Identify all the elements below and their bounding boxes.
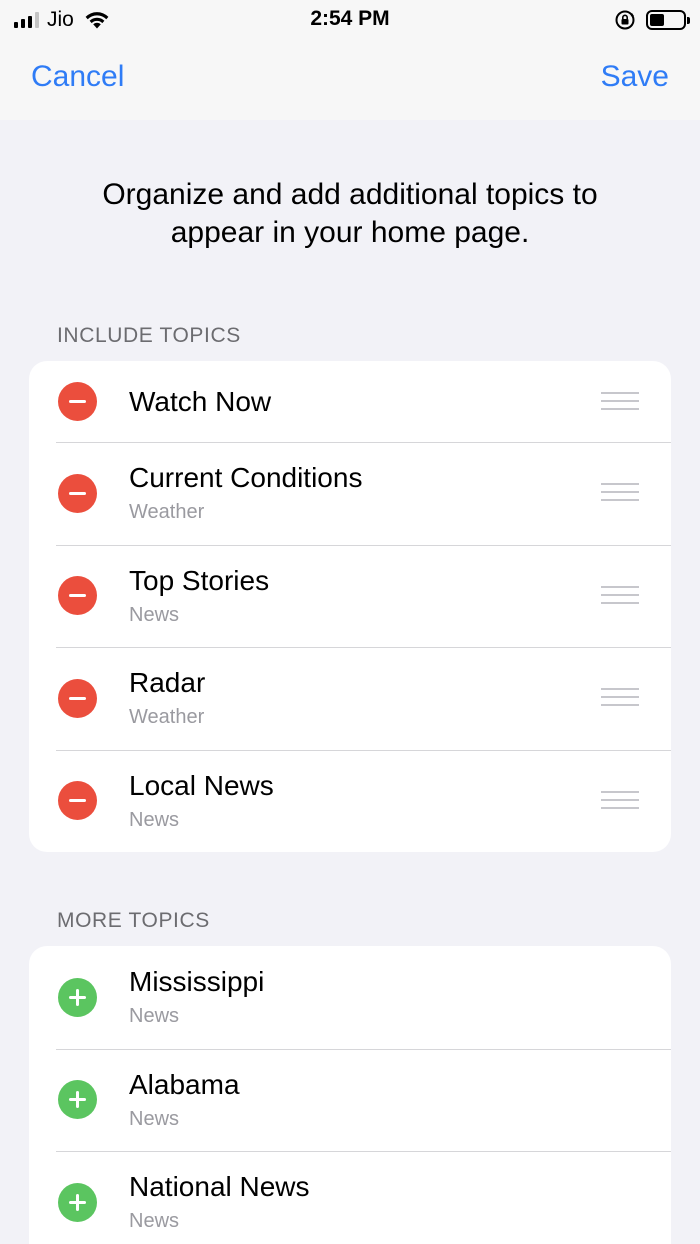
reorder-handle-icon[interactable] (601, 790, 639, 811)
topic-source: News (129, 1107, 180, 1130)
reorder-handle-icon[interactable] (601, 688, 639, 708)
remove-topic-button[interactable] (58, 473, 97, 513)
topic-row-mississippi: Mississippi News (29, 946, 671, 1049)
battery-level-fill (650, 14, 664, 26)
topic-title: Local News (129, 769, 274, 801)
topic-source: News (129, 603, 180, 626)
minus-icon (69, 594, 86, 598)
topic-row-national-news: National News News (29, 1151, 671, 1244)
reorder-handle-icon[interactable] (601, 585, 639, 606)
topic-row-radar: Radar Weather (29, 647, 671, 750)
minus-icon (69, 696, 86, 700)
minus-icon (69, 799, 86, 803)
topic-text: Radar Weather (129, 666, 205, 730)
orientation-lock-icon (615, 10, 635, 30)
topic-source: News (129, 1005, 180, 1028)
add-topic-button[interactable] (58, 1182, 97, 1222)
minus-icon (69, 400, 86, 403)
topic-title: Mississippi (129, 966, 265, 998)
remove-topic-button[interactable] (58, 382, 97, 421)
reorder-handle-icon[interactable] (601, 391, 639, 412)
edit-topics-screen: Jio 2:54 PM Cancel Save Organize and add… (0, 0, 700, 1244)
topic-title: Alabama (129, 1068, 240, 1100)
topic-source: News (129, 808, 180, 831)
topic-text: Local News News (129, 769, 274, 833)
remove-topic-button[interactable] (58, 781, 97, 821)
more-topics-list: Mississippi News Alabama News National N… (29, 946, 671, 1244)
topic-text: Mississippi News (129, 965, 264, 1029)
topic-row-watch-now: Watch Now (29, 361, 671, 442)
topic-row-alabama: Alabama News (29, 1048, 671, 1152)
topic-source: Weather (129, 501, 205, 524)
topic-title: Current Conditions (129, 462, 363, 494)
topic-source: Weather (129, 706, 205, 729)
add-topic-button[interactable] (58, 977, 97, 1017)
topic-row-current-conditions: Current Conditions Weather (29, 442, 671, 545)
remove-topic-button[interactable] (58, 678, 97, 718)
topic-title: Watch Now (129, 385, 272, 417)
topic-text: Watch Now (129, 385, 271, 419)
remove-topic-button[interactable] (58, 576, 97, 616)
add-topic-button[interactable] (58, 1080, 97, 1120)
intro-text: Organize and add additional topics to ap… (60, 176, 640, 252)
topic-text: Alabama News (129, 1068, 240, 1132)
status-time: 2:54 PM (310, 7, 390, 30)
intro-line-1: Organize and add additional topics to (102, 178, 598, 211)
include-topics-header: INCLUDE TOPICS (57, 324, 241, 347)
minus-icon (69, 491, 86, 495)
status-right (614, 8, 690, 32)
topic-row-top-stories: Top Stories News (29, 544, 671, 648)
intro-line-2: appear in your home page. (170, 216, 530, 249)
save-button[interactable]: Save (601, 60, 669, 94)
more-topics-header: MORE TOPICS (57, 909, 210, 932)
topic-text: Top Stories News (129, 564, 269, 628)
topic-text: Current Conditions Weather (129, 461, 362, 525)
reorder-handle-icon[interactable] (601, 483, 639, 503)
topic-row-local-news: Local News News (29, 749, 671, 853)
topic-text: National News News (129, 1170, 310, 1234)
topic-title: National News (129, 1171, 310, 1203)
topic-source: News (129, 1210, 180, 1233)
topic-title: Top Stories (129, 564, 270, 596)
cancel-button[interactable]: Cancel (31, 60, 124, 94)
navigation-bar: Cancel Save (0, 40, 700, 120)
battery-icon (646, 10, 690, 30)
topic-title: Radar (129, 667, 206, 699)
include-topics-list: Watch Now Current Conditions Weather Top… (29, 361, 671, 852)
status-bar: Jio 2:54 PM (0, 0, 700, 40)
